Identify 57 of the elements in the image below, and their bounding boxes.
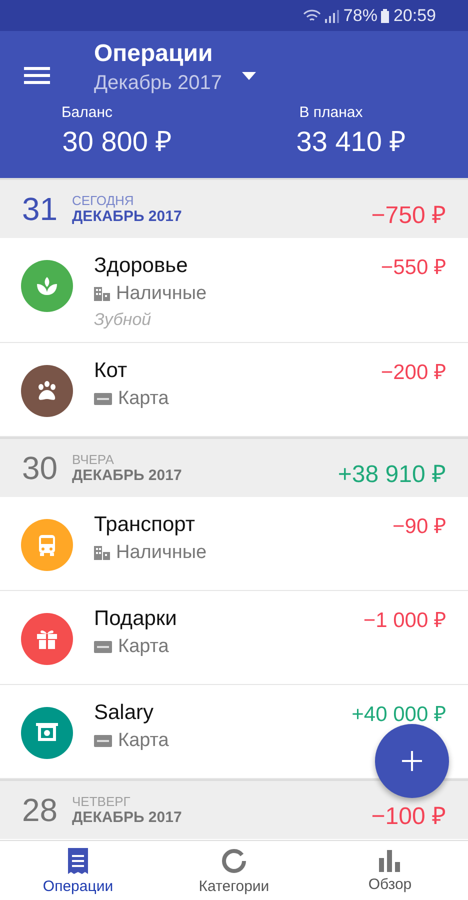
account-name: Наличные bbox=[116, 541, 207, 565]
day-number: 28 bbox=[22, 792, 59, 828]
operation-amount: −90 ₽ bbox=[392, 514, 446, 539]
weekday-label: ВЧЕРА bbox=[72, 452, 115, 467]
category-name: Здоровье bbox=[94, 253, 189, 279]
wifi-icon bbox=[303, 8, 322, 22]
operation-amount: −1 000 ₽ bbox=[363, 608, 446, 633]
operation-row[interactable]: Подарки Карта −1 000 ₽ bbox=[0, 591, 468, 685]
signal-icon bbox=[325, 8, 340, 22]
category-name: Salary bbox=[94, 700, 155, 726]
weekday-label: ЧЕТВЕРГ bbox=[72, 794, 132, 809]
day-total: −100 ₽ bbox=[371, 802, 446, 831]
planned-value: 33 410 ₽ bbox=[296, 125, 406, 159]
operation-note: Зубной bbox=[94, 309, 152, 331]
operation-amount: +40 000 ₽ bbox=[352, 702, 446, 727]
day-total: +38 910 ₽ bbox=[338, 460, 446, 489]
card-icon bbox=[94, 641, 112, 653]
month-label: ДЕКАБРЬ 2017 bbox=[72, 467, 182, 484]
screen-title: Операции bbox=[94, 39, 214, 69]
day-number: 31 bbox=[22, 190, 59, 228]
category-name: Кот bbox=[94, 358, 128, 384]
card-icon bbox=[94, 735, 112, 747]
nav-tab[interactable]: Категории bbox=[156, 841, 312, 900]
card-icon bbox=[94, 393, 112, 405]
battery-percent: 78% bbox=[343, 6, 378, 26]
day-total: −750 ₽ bbox=[371, 201, 446, 230]
nav-tab[interactable]: Обзор bbox=[312, 841, 468, 900]
caret-icon[interactable] bbox=[242, 72, 256, 80]
list-icon bbox=[66, 848, 90, 874]
weekday-label: СЕГОДНЯ bbox=[72, 193, 135, 208]
ring-icon bbox=[221, 848, 247, 874]
operation-amount: −200 ₽ bbox=[380, 360, 446, 385]
category-name: Подарки bbox=[94, 606, 177, 632]
day-number: 30 bbox=[22, 450, 59, 486]
battery-icon bbox=[381, 8, 390, 22]
month-label: ДЕКАБРЬ 2017 bbox=[72, 809, 182, 826]
plus-icon bbox=[402, 751, 422, 771]
clock: 20:59 bbox=[393, 6, 436, 26]
planned-label: В планах bbox=[299, 103, 363, 123]
nav-tab[interactable]: Операции bbox=[0, 841, 156, 900]
month-label: ДЕКАБРЬ 2017 bbox=[72, 208, 182, 225]
add-button[interactable] bbox=[375, 724, 449, 798]
period-selector[interactable]: Декабрь 2017 bbox=[94, 69, 222, 97]
category-name: Транспорт bbox=[94, 512, 196, 538]
building-icon bbox=[94, 287, 110, 301]
operation-amount: −550 ₽ bbox=[380, 255, 446, 280]
account-name: Карта bbox=[118, 387, 169, 411]
account-name: Наличные bbox=[116, 282, 207, 306]
balance-value: 30 800 ₽ bbox=[62, 125, 172, 159]
building-icon bbox=[94, 546, 110, 560]
bar-chart-icon bbox=[379, 850, 401, 872]
menu-icon[interactable] bbox=[24, 65, 50, 85]
operation-row[interactable]: Здоровье Наличные Зубной −550 ₽ bbox=[0, 238, 468, 343]
operation-row[interactable]: Транспорт Наличные −90 ₽ bbox=[0, 497, 468, 591]
account-name: Карта bbox=[118, 729, 169, 753]
account-name: Карта bbox=[118, 635, 169, 659]
balance-label: Баланс bbox=[61, 103, 113, 123]
